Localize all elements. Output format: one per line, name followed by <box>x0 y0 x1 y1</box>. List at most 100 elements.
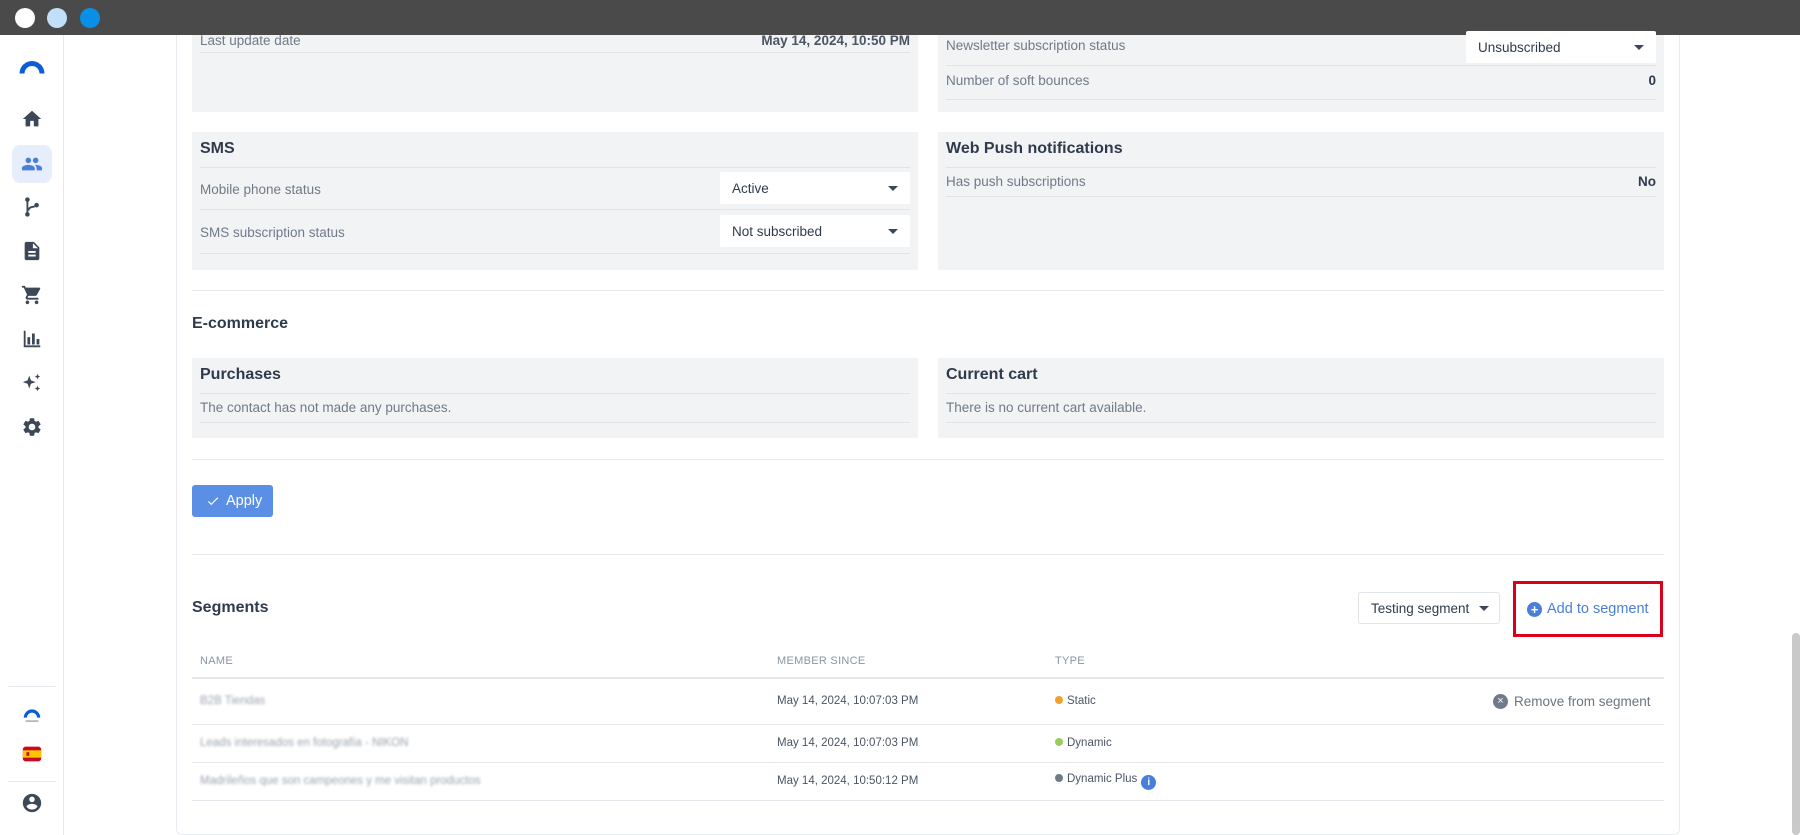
segment-type-label: Static <box>1067 695 1096 707</box>
segment-select[interactable]: Testing segment <box>1358 592 1500 624</box>
last-update-value: May 14, 2024, 10:50 PM <box>761 33 910 48</box>
remove-from-segment-label: Remove from segment <box>1514 694 1651 709</box>
row-divider <box>200 52 910 53</box>
bar-chart-icon <box>23 330 41 348</box>
home-icon <box>22 110 42 127</box>
web-push-title: Web Push notifications <box>946 140 1123 157</box>
sidebar-item-settings[interactable] <box>12 408 52 446</box>
cart-empty-note: There is no current cart available. <box>946 400 1147 415</box>
people-icon <box>21 157 43 171</box>
branch-icon <box>25 197 39 217</box>
gear-icon <box>23 418 41 436</box>
last-update-label: Last update date <box>200 33 301 48</box>
row-divider <box>192 762 1664 763</box>
sidebar-divider <box>8 686 56 687</box>
segments-section-title: Segments <box>192 599 269 616</box>
segment-type: Dynamic <box>1055 737 1112 749</box>
row-divider <box>200 393 910 394</box>
add-to-segment-label: Add to segment <box>1547 601 1649 617</box>
apply-button[interactable]: Apply <box>192 485 273 517</box>
info-icon[interactable]: i <box>1141 775 1157 790</box>
page-scrollbar[interactable] <box>1792 633 1800 835</box>
add-to-segment-button[interactable]: + Add to segment <box>1513 581 1663 637</box>
sms-status-value: Not subscribed <box>732 223 823 239</box>
row-divider <box>200 209 910 210</box>
purchases-title: Purchases <box>200 366 281 383</box>
row-divider <box>200 167 910 168</box>
chevron-down-icon <box>888 229 898 234</box>
remove-from-segment-button[interactable]: × Remove from segment <box>1493 694 1651 709</box>
user-circle-icon <box>22 793 42 813</box>
chevron-down-icon <box>1634 45 1644 50</box>
sparkles-icon <box>22 373 41 392</box>
row-divider <box>200 253 910 254</box>
mobile-status-value: Active <box>732 180 769 196</box>
sidebar-divider <box>8 781 56 782</box>
row-divider <box>946 65 1656 66</box>
sms-panel: SMS Mobile phone status Active SMS subsc… <box>192 132 918 270</box>
column-header-type: TYPE <box>1055 655 1085 667</box>
row-divider <box>192 724 1664 725</box>
purchases-panel: Purchases The contact has not made any p… <box>192 358 918 438</box>
sidebar-item-ecommerce[interactable] <box>12 276 52 314</box>
segment-type: Dynamic Plus i <box>1055 773 1157 790</box>
segment-name[interactable]: Leads interesados en fotografía - NIKON <box>200 737 408 749</box>
logo-icon <box>19 61 45 74</box>
newsletter-status-label: Newsletter subscription status <box>946 38 1126 53</box>
brand-logo[interactable] <box>12 47 52 85</box>
segment-select-value: Testing segment <box>1371 600 1470 616</box>
segment-type-label: Dynamic Plus <box>1067 773 1138 785</box>
sidebar-item-automations[interactable] <box>12 188 52 226</box>
current-cart-panel: Current cart There is no current cart av… <box>938 358 1664 438</box>
segment-member-since: May 14, 2024, 10:07:03 PM <box>777 737 919 749</box>
chevron-down-icon <box>1479 606 1489 611</box>
current-cart-title: Current cart <box>946 366 1038 383</box>
web-push-panel: Web Push notifications Has push subscrip… <box>938 132 1664 270</box>
purchases-empty-note: The contact has not made any purchases. <box>200 400 452 415</box>
email-details-panel: Last update date May 14, 2024, 10:50 PM <box>192 33 918 112</box>
section-divider <box>192 459 1664 460</box>
chevron-down-icon <box>888 186 898 191</box>
mobile-status-label: Mobile phone status <box>200 182 321 197</box>
segment-member-since: May 14, 2024, 10:50:12 PM <box>777 775 919 787</box>
newsletter-status-select[interactable]: Unsubscribed <box>1466 31 1656 63</box>
row-divider <box>200 422 910 423</box>
type-static-dot <box>1055 696 1063 704</box>
sidebar-item-reports[interactable] <box>12 320 52 358</box>
has-push-label: Has push subscriptions <box>946 174 1086 189</box>
segment-member-since: May 14, 2024, 10:07:03 PM <box>777 695 919 707</box>
newsletter-status-value: Unsubscribed <box>1478 39 1561 55</box>
logo-icon <box>23 709 41 722</box>
sidebar-brand-small[interactable] <box>12 695 52 733</box>
segment-name[interactable]: B2B Tiendas <box>200 695 265 707</box>
segment-type-label: Dynamic <box>1067 737 1112 749</box>
sidebar-item-contacts[interactable] <box>12 145 52 183</box>
mobile-status-select[interactable]: Active <box>720 172 910 204</box>
window-close-button[interactable] <box>15 8 35 28</box>
sidebar-item-content[interactable] <box>12 232 52 270</box>
has-push-value: No <box>1638 174 1656 189</box>
window-maximize-button[interactable] <box>80 8 100 28</box>
row-divider <box>192 800 1664 801</box>
column-header-name: NAME <box>200 655 233 667</box>
window-minimize-button[interactable] <box>47 8 67 28</box>
spain-flag-icon <box>22 746 42 762</box>
row-divider <box>946 422 1656 423</box>
segment-name[interactable]: Madrileños que son campeones y me visita… <box>200 775 481 787</box>
sidebar-item-ai[interactable] <box>12 364 52 402</box>
plus-circle-icon: + <box>1527 601 1542 617</box>
profile-button[interactable] <box>12 784 52 822</box>
type-dynamic-dot <box>1055 738 1063 746</box>
ecommerce-section-title: E-commerce <box>192 315 289 332</box>
document-icon <box>24 241 40 261</box>
sidebar-item-home[interactable] <box>12 100 52 138</box>
language-selector[interactable] <box>12 735 52 773</box>
soft-bounces-value: 0 <box>1648 73 1656 88</box>
sms-status-select[interactable]: Not subscribed <box>720 215 910 247</box>
row-divider <box>946 99 1656 100</box>
row-divider <box>946 196 1656 197</box>
sidebar <box>0 35 64 835</box>
window-titlebar <box>0 0 1800 35</box>
apply-button-label: Apply <box>226 493 263 509</box>
check-icon <box>207 497 219 506</box>
